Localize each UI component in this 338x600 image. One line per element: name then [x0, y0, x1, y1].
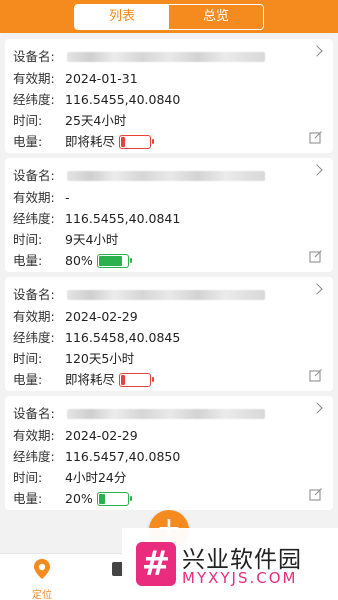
- watermark: # 兴业软件园 MYXYJS.COM: [122, 528, 338, 600]
- nav-item-location[interactable]: 定位: [12, 558, 72, 600]
- device-card[interactable]: 设备名: 有效期: 2024-01-31 经纬度: 116.5455,40.08…: [5, 39, 333, 153]
- coords-row: 经纬度: 116.5457,40.0850: [13, 447, 180, 467]
- battery-label: 电量:: [13, 491, 43, 506]
- watermark-logo: #: [136, 542, 176, 586]
- battery-value: 即将耗尽: [65, 372, 116, 387]
- view-switch: 列表 总览: [74, 4, 264, 30]
- time-row: 时间: 9天4小时: [13, 230, 118, 250]
- device-name-row: 设备名:: [13, 166, 265, 186]
- battery-row: 电量: 80%: [13, 251, 132, 271]
- device-name-label: 设备名:: [13, 168, 55, 183]
- valid-until-label: 有效期:: [13, 428, 55, 443]
- coords-value: 116.5455,40.0840: [65, 92, 181, 107]
- valid-until-row: 有效期: 2024-02-29: [13, 307, 138, 327]
- valid-until-row: 有效期: 2024-01-31: [13, 69, 138, 89]
- battery-icon: [119, 373, 155, 387]
- device-name-label: 设备名:: [13, 406, 55, 421]
- chevron-right-icon[interactable]: [311, 402, 323, 414]
- valid-until-value: 2024-01-31: [65, 71, 138, 86]
- edit-icon[interactable]: [309, 249, 323, 263]
- time-label: 时间:: [13, 113, 43, 128]
- valid-until-row: 有效期: 2024-02-29: [13, 426, 138, 446]
- battery-row: 电量: 20%: [13, 489, 132, 509]
- valid-until-label: 有效期:: [13, 71, 55, 86]
- battery-value: 20%: [65, 491, 93, 506]
- chevron-right-icon[interactable]: [311, 45, 323, 57]
- battery-label: 电量:: [13, 372, 43, 387]
- coords-label: 经纬度:: [13, 449, 55, 464]
- coords-value: 116.5455,40.0841: [65, 211, 181, 226]
- device-name-redacted: [67, 290, 265, 300]
- battery-row: 电量: 即将耗尽: [13, 370, 155, 390]
- time-label: 时间:: [13, 470, 43, 485]
- time-row: 时间: 120天5小时: [13, 349, 134, 369]
- device-name-redacted: [67, 52, 265, 62]
- battery-icon: [96, 254, 132, 268]
- device-name-label: 设备名:: [13, 287, 55, 302]
- battery-label: 电量:: [13, 134, 43, 149]
- battery-icon: [119, 135, 155, 149]
- coords-row: 经纬度: 116.5455,40.0840: [13, 90, 180, 110]
- coords-label: 经纬度:: [13, 211, 55, 226]
- valid-until-value: 2024-02-29: [65, 309, 138, 324]
- valid-until-label: 有效期:: [13, 309, 55, 324]
- battery-value: 80%: [65, 253, 93, 268]
- time-value: 25天4小时: [65, 113, 127, 128]
- time-row: 时间: 4小时24分: [13, 468, 126, 488]
- nav-label-location: 定位: [32, 590, 52, 600]
- location-pin-icon: [34, 559, 50, 579]
- device-name-row: 设备名:: [13, 47, 265, 67]
- battery-row: 电量: 即将耗尽: [13, 132, 155, 152]
- tab-list[interactable]: 列表: [75, 5, 169, 29]
- coords-value: 116.5457,40.0850: [65, 449, 181, 464]
- valid-until-row: 有效期: -: [13, 188, 70, 208]
- valid-until-label: 有效期:: [13, 190, 55, 205]
- top-bar: 列表 总览: [0, 0, 338, 33]
- battery-value: 即将耗尽: [65, 134, 116, 149]
- device-name-row: 设备名:: [13, 285, 265, 305]
- coords-label: 经纬度:: [13, 330, 55, 345]
- edit-icon[interactable]: [309, 130, 323, 144]
- battery-label: 电量:: [13, 253, 43, 268]
- time-value: 9天4小时: [65, 232, 119, 247]
- time-row: 时间: 25天4小时: [13, 111, 126, 131]
- time-value: 120天5小时: [65, 351, 135, 366]
- valid-until-value: 2024-02-29: [65, 428, 138, 443]
- chevron-right-icon[interactable]: [311, 283, 323, 295]
- device-name-label: 设备名:: [13, 49, 55, 64]
- time-label: 时间:: [13, 351, 43, 366]
- time-value: 4小时24分: [65, 470, 127, 485]
- tab-overview[interactable]: 总览: [169, 5, 263, 29]
- battery-icon: [96, 492, 132, 506]
- device-name-redacted: [67, 409, 265, 419]
- coords-row: 经纬度: 116.5455,40.0841: [13, 209, 180, 229]
- edit-icon[interactable]: [309, 368, 323, 382]
- edit-icon[interactable]: [309, 487, 323, 501]
- device-card[interactable]: 设备名: 有效期: - 经纬度: 116.5455,40.0841 时间: 9天…: [5, 158, 333, 272]
- watermark-subtitle: MYXYJS.COM: [182, 569, 298, 587]
- chevron-right-icon[interactable]: [311, 164, 323, 176]
- time-label: 时间:: [13, 232, 43, 247]
- valid-until-value: -: [65, 190, 70, 205]
- device-card[interactable]: 设备名: 有效期: 2024-02-29 经纬度: 116.5458,40.08…: [5, 277, 333, 391]
- device-name-redacted: [67, 171, 265, 181]
- coords-row: 经纬度: 116.5458,40.0845: [13, 328, 180, 348]
- coords-label: 经纬度:: [13, 92, 55, 107]
- coords-value: 116.5458,40.0845: [65, 330, 181, 345]
- device-name-row: 设备名:: [13, 404, 265, 424]
- device-card[interactable]: 设备名: 有效期: 2024-02-29 经纬度: 116.5457,40.08…: [5, 396, 333, 510]
